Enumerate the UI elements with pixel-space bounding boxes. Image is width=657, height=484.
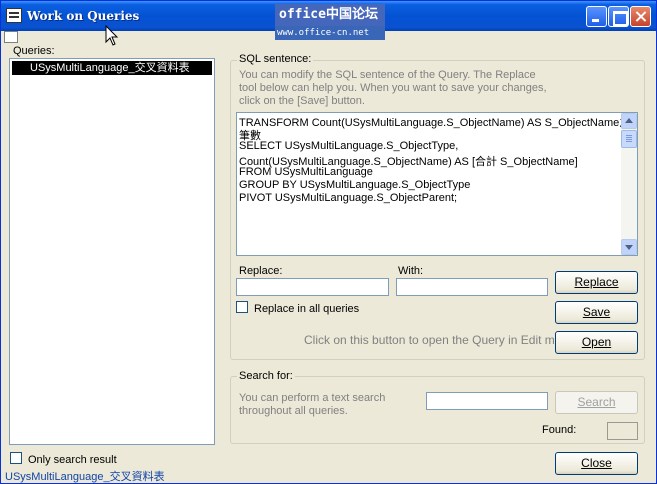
replace-button-label: Replace [574, 275, 619, 289]
list-item[interactable]: USysMultiLanguage_交叉資料表 [12, 61, 212, 75]
replace-label: Replace: [239, 265, 283, 277]
sql-scrollbar[interactable] [621, 113, 637, 255]
record-selector-box[interactable] [4, 31, 18, 43]
chevron-down-icon [625, 245, 633, 250]
close-button[interactable]: Close [555, 452, 638, 475]
sql-line: SELECT USysMultiLanguage.S_ObjectType, [239, 140, 459, 152]
queries-label: Queries: [13, 45, 55, 57]
edit-mode-hint: Click on this button to open the Query i… [304, 333, 579, 347]
watermark-logo-text: office中国论坛 [275, 4, 385, 26]
app-icon [6, 8, 22, 23]
maximize-button[interactable] [608, 6, 629, 27]
sql-line: FROM USysMultiLanguage [239, 166, 373, 178]
search-hint-line-1: You can perform a text search [239, 392, 386, 404]
replace-button[interactable]: Replace [555, 271, 638, 294]
sql-line: PIVOT USysMultiLanguage.S_ObjectParent; [239, 192, 458, 204]
sql-line: GROUP BY USysMultiLanguage.S_ObjectType [239, 179, 471, 191]
scroll-up-button[interactable] [621, 113, 637, 129]
search-hint-line-2: throughout all queries. [239, 405, 348, 417]
search-input[interactable] [426, 392, 548, 410]
chevron-up-icon [625, 118, 633, 123]
work-on-queries-window: Work on Queries office中国论坛 www.office-cn… [0, 0, 657, 484]
replace-all-label: Replace in all queries [254, 303, 360, 315]
only-search-checkbox[interactable] [10, 452, 22, 464]
status-text: USysMultiLanguage_交叉資料表 [5, 471, 165, 483]
queries-listbox[interactable]: USysMultiLanguage_交叉資料表 [9, 58, 215, 445]
site-watermark: office中国论坛 www.office-cn.net [275, 4, 385, 40]
found-label: Found: [542, 424, 577, 436]
replace-all-checkbox[interactable] [236, 301, 248, 313]
search-button-label: Search [577, 395, 616, 409]
watermark-url: www.office-cn.net [275, 26, 385, 40]
sql-text-editor[interactable]: TRANSFORM Count(USysMultiLanguage.S_Obje… [236, 112, 638, 256]
close-window-button[interactable] [630, 6, 651, 27]
sql-hint-line-1: You can modify the SQL sentence of the Q… [239, 69, 536, 81]
sql-sentence-label: SQL sentence: [237, 53, 314, 65]
open-button-label: Open [581, 335, 612, 349]
title-bar[interactable]: Work on Queries office中国论坛 www.office-cn… [1, 1, 656, 40]
with-input[interactable] [396, 278, 548, 296]
mouse-pointer-icon [105, 25, 119, 46]
with-label: With: [398, 265, 424, 277]
open-button[interactable]: Open [555, 331, 638, 354]
save-button[interactable]: Save [555, 301, 638, 324]
sql-hint-line-3: click on the [Save] button. [239, 95, 365, 107]
sql-hint-line-2: tool below can help you. When you want t… [239, 82, 547, 94]
save-button-label: Save [582, 305, 611, 319]
only-search-label: Only search result [28, 454, 117, 466]
search-for-label: Search for: [237, 370, 295, 382]
close-button-label: Close [581, 456, 612, 470]
scroll-down-button[interactable] [621, 239, 637, 255]
search-button[interactable]: Search [555, 391, 638, 414]
window-title: Work on Queries [27, 9, 140, 23]
replace-input[interactable] [236, 278, 389, 296]
minimize-button[interactable] [586, 6, 607, 27]
found-count [607, 422, 638, 440]
sql-line: TRANSFORM Count(USysMultiLanguage.S_Obje… [239, 117, 631, 129]
scroll-thumb[interactable] [621, 130, 637, 148]
